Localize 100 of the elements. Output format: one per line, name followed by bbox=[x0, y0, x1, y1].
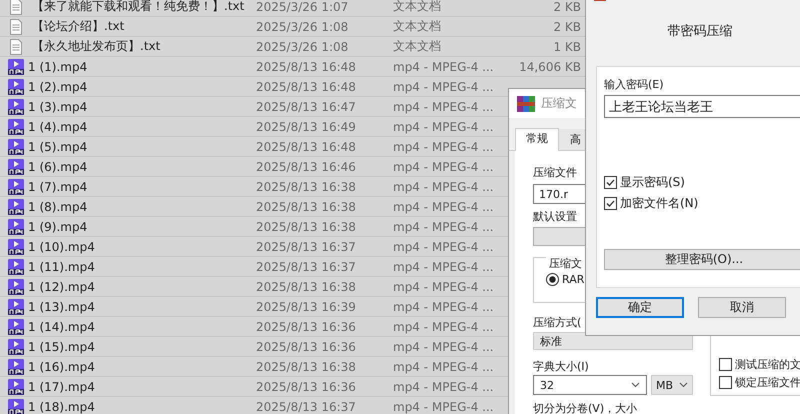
tab[interactable]: 常规 bbox=[515, 128, 559, 151]
file-name[interactable]: 1 (16).mp4 bbox=[28, 360, 256, 374]
file-type: mp4 - MPEG-4 ... bbox=[393, 60, 495, 74]
modified-date: 2025/8/13 16:48 bbox=[256, 60, 357, 74]
file-name[interactable]: 【永久地址发布页】.txt bbox=[32, 38, 256, 55]
modified-date: 2025/8/13 16:37 bbox=[256, 260, 357, 274]
checkbox[interactable] bbox=[604, 176, 617, 188]
file-name[interactable]: 1 (5).mp4 bbox=[28, 140, 256, 154]
file-type: mp4 - MPEG-4 ... bbox=[393, 240, 495, 254]
video-file-icon bbox=[8, 298, 24, 314]
video-file-icon bbox=[8, 58, 24, 74]
modified-date: 2025/8/13 16:36 bbox=[256, 320, 357, 334]
file-name[interactable]: 1 (2).mp4 bbox=[28, 80, 256, 94]
file-name[interactable]: 1 (15).mp4 bbox=[28, 340, 256, 354]
unit-dropdown[interactable]: MB bbox=[651, 375, 693, 395]
video-file-icon bbox=[8, 198, 24, 214]
file-name[interactable]: 1 (17).mp4 bbox=[28, 380, 256, 394]
file-type: mp4 - MPEG-4 ... bbox=[393, 160, 495, 174]
modified-date: 2025/8/13 16:49 bbox=[256, 120, 357, 134]
video-file-icon bbox=[8, 218, 24, 234]
field-label: 切分为分卷(V)，大小 bbox=[533, 401, 638, 414]
file-type: mp4 - MPEG-4 ... bbox=[393, 300, 495, 314]
file-type: mp4 - MPEG-4 ... bbox=[393, 80, 495, 94]
dialog-title: 压缩文 bbox=[541, 95, 577, 112]
file-name[interactable]: 1 (14).mp4 bbox=[28, 320, 256, 334]
field-label: 字典大小(I) bbox=[533, 359, 589, 375]
file-name[interactable]: 【论坛介绍】.txt bbox=[32, 18, 256, 35]
checkbox[interactable] bbox=[719, 358, 732, 370]
modified-date: 2025/8/13 16:48 bbox=[256, 140, 357, 154]
file-size: 14,606 KB bbox=[518, 60, 581, 74]
file-type: mp4 - MPEG-4 ... bbox=[393, 200, 495, 214]
field-label: 输入密码(E) bbox=[604, 77, 664, 93]
video-file-icon bbox=[8, 178, 24, 194]
file-name[interactable]: 1 (12).mp4 bbox=[28, 280, 256, 294]
file-type: 文本文档 bbox=[393, 0, 442, 15]
file-name[interactable]: 1 (4).mp4 bbox=[28, 120, 256, 134]
dialog-header: 带密码压缩 bbox=[668, 23, 732, 40]
modified-date: 2025/8/13 16:47 bbox=[256, 100, 357, 114]
video-file-icon bbox=[8, 158, 24, 174]
file-type: mp4 - MPEG-4 ... bbox=[393, 220, 495, 234]
text-file-icon bbox=[8, 18, 24, 34]
file-type: mp4 - MPEG-4 ... bbox=[393, 380, 495, 394]
file-size: 2 KB bbox=[552, 20, 581, 34]
checkbox[interactable] bbox=[719, 376, 732, 388]
video-file-icon bbox=[8, 258, 24, 274]
file-type: mp4 - MPEG-4 ... bbox=[393, 180, 495, 194]
video-file-icon bbox=[8, 118, 24, 134]
text-file-icon bbox=[8, 38, 24, 54]
file-type: mp4 - MPEG-4 ... bbox=[393, 400, 495, 414]
video-file-icon bbox=[8, 98, 24, 114]
checkbox[interactable] bbox=[604, 196, 617, 210]
video-file-icon bbox=[8, 378, 24, 394]
checkbox-label: 显示密码(S) bbox=[620, 174, 685, 190]
text-file-icon bbox=[8, 0, 24, 14]
file-name[interactable]: 1 (13).mp4 bbox=[28, 300, 256, 314]
password-field[interactable]: 上老王论坛当老王 bbox=[604, 95, 800, 118]
file-name[interactable]: 1 (8).mp4 bbox=[28, 200, 256, 214]
dictionary-dropdown[interactable]: 32 bbox=[533, 375, 647, 395]
video-file-icon bbox=[8, 138, 24, 154]
video-file-icon bbox=[8, 318, 24, 334]
file-type: mp4 - MPEG-4 ... bbox=[393, 320, 495, 334]
modified-date: 2025/8/13 16:37 bbox=[256, 400, 357, 414]
modified-date: 2025/8/13 16:38 bbox=[256, 360, 357, 374]
file-type: mp4 - MPEG-4 ... bbox=[393, 340, 495, 354]
field-label: 压缩文件 bbox=[533, 165, 577, 181]
caret-icon bbox=[679, 382, 688, 388]
file-type: 文本文档 bbox=[393, 18, 442, 35]
file-type: mp4 - MPEG-4 ... bbox=[393, 120, 495, 134]
file-name[interactable]: 1 (6).mp4 bbox=[28, 160, 256, 174]
field-label: 默认设置 bbox=[533, 209, 577, 225]
video-file-icon bbox=[8, 278, 24, 294]
dialog-button[interactable]: 取消 bbox=[698, 297, 786, 318]
file-type: 文本文档 bbox=[393, 38, 442, 55]
modified-date: 2025/8/13 16:36 bbox=[256, 380, 357, 394]
video-file-icon bbox=[8, 398, 24, 414]
checkbox-label: 加密文件名(N) bbox=[620, 194, 698, 212]
video-file-icon bbox=[8, 358, 24, 374]
modified-date: 2025/8/13 16:36 bbox=[256, 340, 357, 354]
file-name[interactable]: 1 (9).mp4 bbox=[28, 220, 256, 234]
file-name[interactable]: 1 (1).mp4 bbox=[28, 60, 256, 74]
file-name[interactable]: 1 (18).mp4 bbox=[28, 400, 256, 414]
organize-passwords-button[interactable]: 整理密码(O)... bbox=[604, 249, 800, 270]
file-name[interactable]: 1 (11).mp4 bbox=[28, 260, 256, 274]
file-type: mp4 - MPEG-4 ... bbox=[393, 260, 495, 274]
field-label: 压缩方式( bbox=[533, 315, 582, 331]
modified-date: 2025/3/26 1:08 bbox=[256, 40, 350, 54]
video-file-icon bbox=[8, 78, 24, 94]
modified-date: 2025/8/13 16:38 bbox=[256, 200, 357, 214]
video-file-icon bbox=[8, 338, 24, 354]
file-name[interactable]: 1 (10).mp4 bbox=[28, 240, 256, 254]
dialog-button[interactable]: 确定 bbox=[596, 297, 684, 318]
file-type: mp4 - MPEG-4 ... bbox=[393, 100, 495, 114]
file-name[interactable]: 1 (7).mp4 bbox=[28, 180, 256, 194]
file-name[interactable]: 【来了就能下载和观看！纯免费！】.txt bbox=[32, 0, 256, 15]
radio-button[interactable] bbox=[546, 273, 559, 286]
modified-date: 2025/8/13 16:38 bbox=[256, 220, 357, 234]
file-type: mp4 - MPEG-4 ... bbox=[393, 140, 495, 154]
file-size: 2 KB bbox=[552, 0, 581, 14]
modified-date: 2025/3/26 1:07 bbox=[256, 0, 350, 14]
file-name[interactable]: 1 (3).mp4 bbox=[28, 100, 256, 114]
